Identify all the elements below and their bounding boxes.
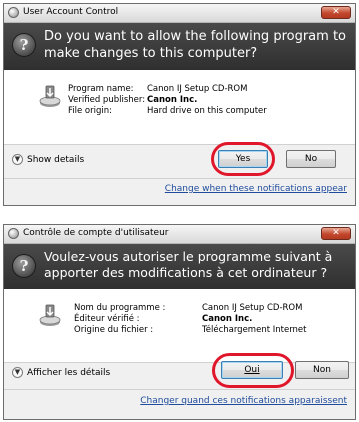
info-label: Origine du fichier :: [74, 325, 154, 335]
uac-dialog-english: User Account Control ✕ ? Do you want to …: [3, 3, 356, 206]
uac-dialog-french: Contrôle de compte d'utilisateur ✕ ? Vou…: [3, 224, 356, 420]
info-value: Téléchargement Internet: [202, 325, 307, 335]
info-label: Verified publisher:: [68, 95, 146, 105]
question-text: Voulez-vous autoriser le programme suiva…: [44, 249, 333, 280]
chevron-down-icon: ▼: [12, 154, 23, 165]
info-row-publisher: Éditeur vérifié : Canon Inc.: [74, 314, 349, 325]
uac-window-icon: [8, 7, 19, 18]
change-notifications-link[interactable]: Changer quand ces notifications apparais…: [140, 396, 347, 406]
show-details-toggle[interactable]: ▼ Show details: [12, 154, 84, 165]
info-value: Canon Inc.: [202, 314, 253, 324]
shield-icon: ?: [12, 33, 36, 57]
info-label: File origin:: [68, 106, 112, 116]
yes-button[interactable]: Yes: [218, 150, 268, 168]
divider: [4, 389, 355, 390]
no-button[interactable]: No: [286, 150, 336, 168]
info-row-publisher: Verified publisher: Canon Inc.: [68, 95, 348, 106]
info-value: Canon Inc.: [147, 95, 198, 105]
question-banner: ? Do you want to allow the following pro…: [4, 23, 355, 70]
window-title: Contrôle de compte d'utilisateur: [23, 228, 169, 238]
divider: [4, 144, 355, 145]
uac-window-icon: [8, 228, 19, 239]
change-notifications-link[interactable]: Change when these notifications appear: [165, 184, 347, 194]
info-row-program-name: Nom du programme : Canon IJ Setup CD-ROM: [74, 303, 349, 314]
close-button[interactable]: ✕: [321, 6, 351, 19]
close-button[interactable]: ✕: [321, 227, 351, 240]
show-details-label: Show details: [27, 155, 85, 165]
info-value: Canon IJ Setup CD-ROM: [147, 84, 248, 94]
program-info-panel: Program name: Canon IJ Setup CD-ROM Veri…: [4, 70, 355, 144]
info-label: Nom du programme :: [74, 303, 166, 313]
info-label: Program name:: [68, 84, 134, 94]
title-bar: Contrôle de compte d'utilisateur ✕: [4, 225, 355, 244]
program-info: Program name: Canon IJ Setup CD-ROM Veri…: [68, 84, 348, 117]
info-row-file-origin: Origine du fichier : Téléchargement Inte…: [74, 325, 349, 336]
close-icon: ✕: [332, 228, 340, 238]
program-info: Nom du programme : Canon IJ Setup CD-ROM…: [74, 303, 349, 336]
info-label: Éditeur vérifié :: [74, 314, 140, 324]
program-installer-icon: [39, 304, 61, 326]
question-text: Do you want to allow the following progr…: [44, 29, 346, 61]
shield-icon: ?: [12, 254, 36, 278]
title-bar: User Account Control ✕: [4, 4, 355, 23]
show-details-toggle[interactable]: ▼ Afficher les détails: [12, 367, 110, 378]
change-notifications-label: Changer quand ces notifications apparais…: [140, 396, 347, 406]
info-value: Hard drive on this computer: [147, 106, 267, 116]
question-banner: ? Voulez-vous autoriser le programme sui…: [4, 244, 355, 289]
info-row-program-name: Program name: Canon IJ Setup CD-ROM: [68, 84, 348, 95]
info-row-file-origin: File origin: Hard drive on this computer: [68, 106, 348, 117]
change-notifications-label: Change when these notifications appear: [164, 184, 347, 194]
close-icon: ✕: [332, 7, 340, 17]
show-details-label: Afficher les détails: [27, 368, 111, 378]
info-value: Canon IJ Setup CD-ROM: [202, 303, 303, 313]
yes-button-label: Oui: [244, 365, 260, 375]
yes-button[interactable]: Oui: [221, 361, 283, 379]
no-button[interactable]: Non: [295, 361, 349, 379]
program-installer-icon: [39, 85, 61, 107]
window-title: User Account Control: [23, 7, 119, 17]
divider: [4, 178, 355, 179]
program-info-panel: Nom du programme : Canon IJ Setup CD-ROM…: [4, 289, 355, 362]
chevron-down-icon: ▼: [12, 367, 23, 378]
